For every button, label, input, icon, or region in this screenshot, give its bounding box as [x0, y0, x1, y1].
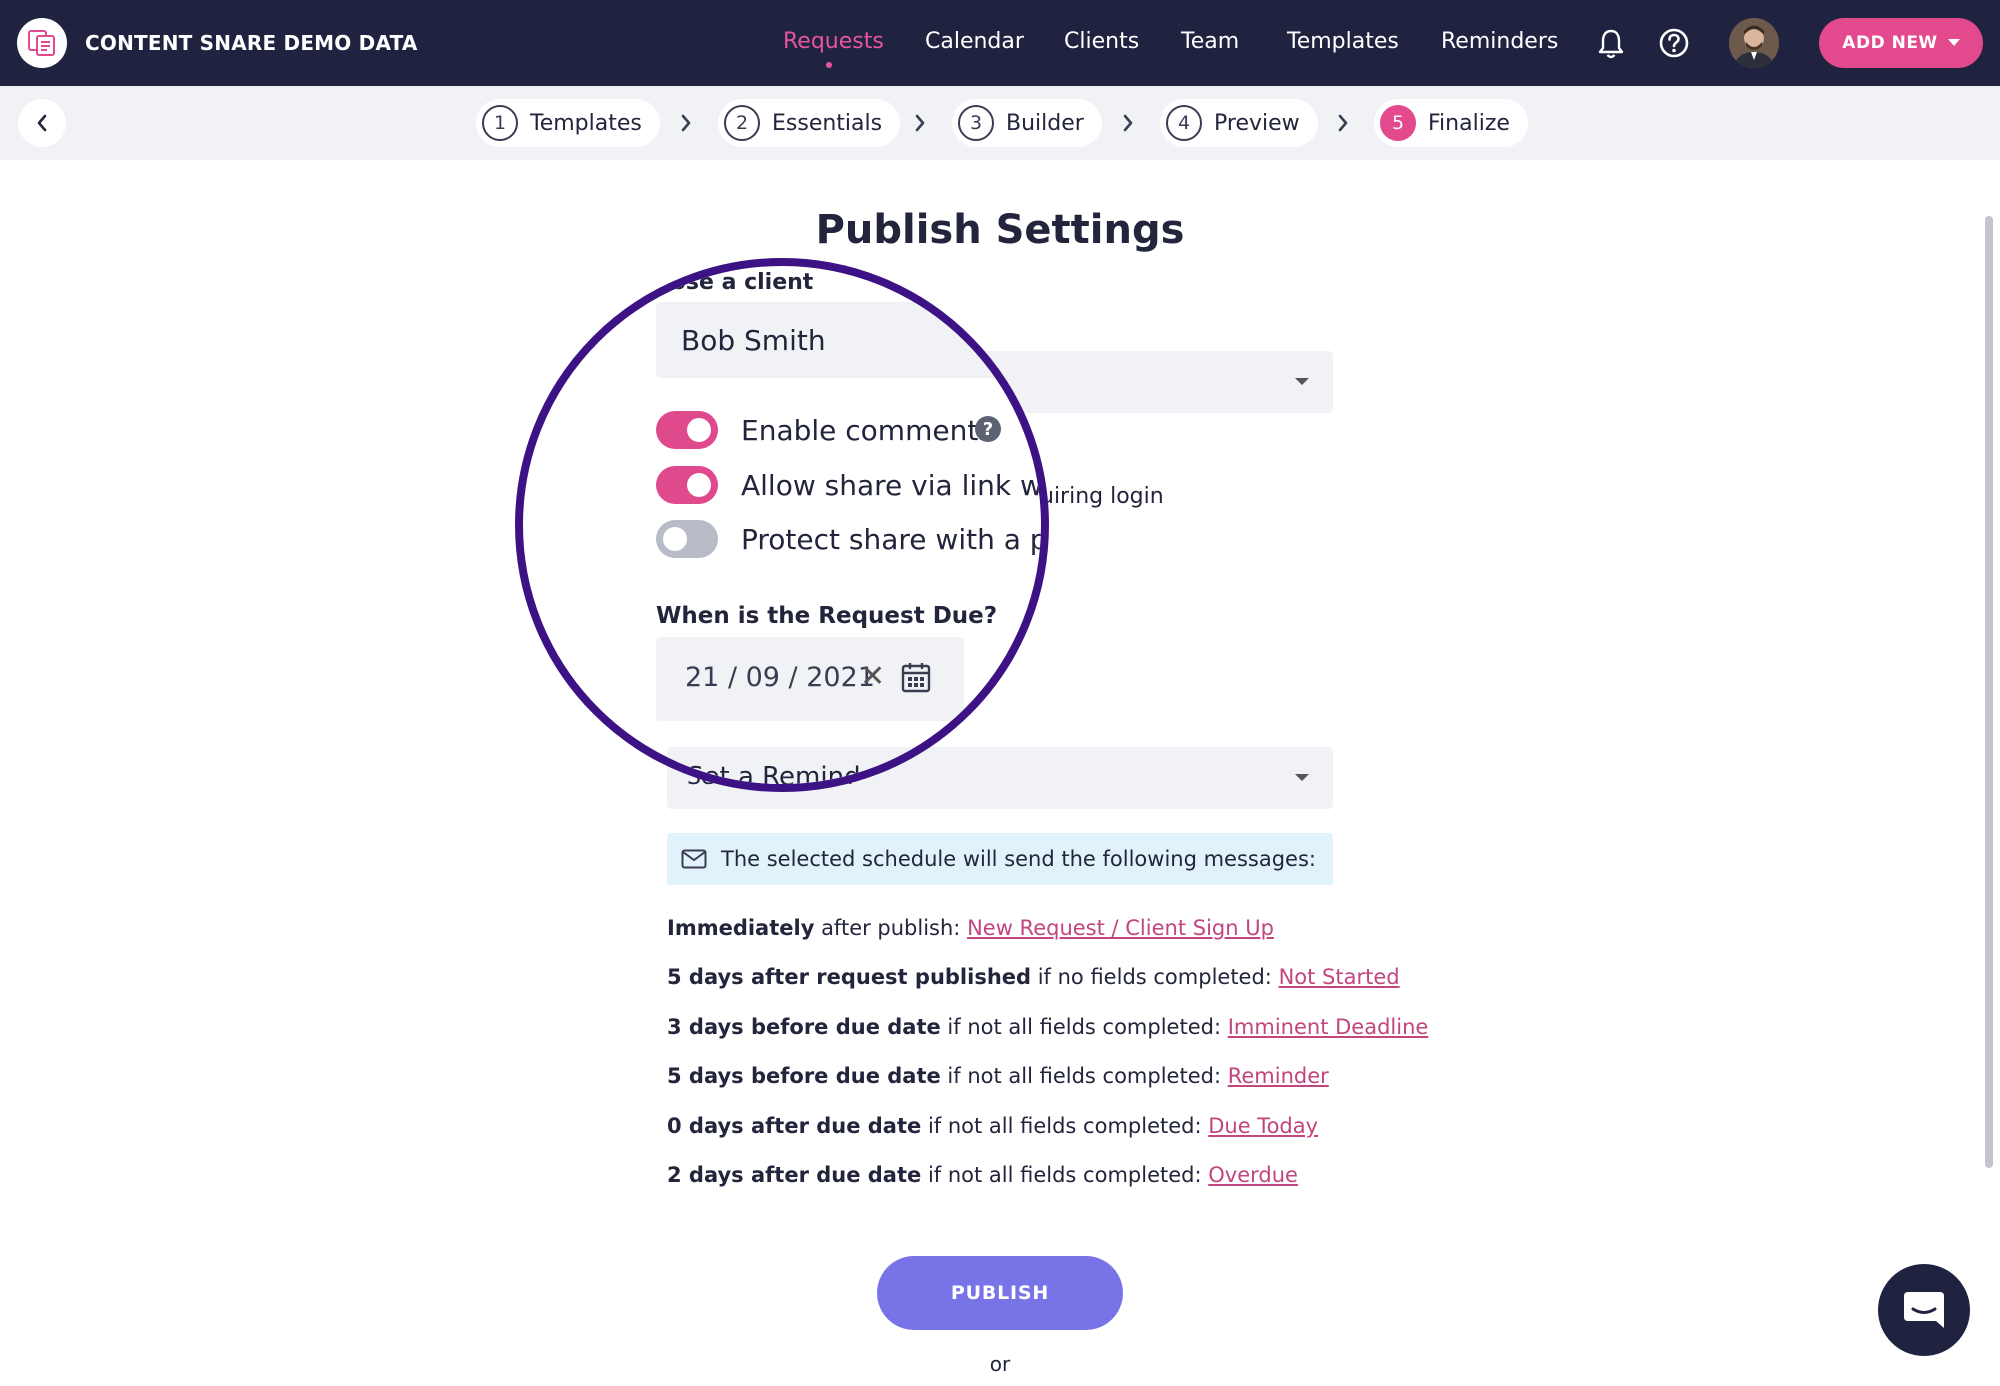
protect-pin-label: Protect share with a pin — [741, 523, 1049, 556]
add-new-label: ADD NEW — [1842, 33, 1938, 53]
top-nav: CONTENT SNARE DEMO DATA Requests Calenda… — [0, 0, 2000, 86]
calendar-icon[interactable] — [901, 661, 931, 693]
client-select-magnified[interactable]: Bob Smith — [656, 302, 1041, 378]
active-nav-indicator — [826, 62, 832, 68]
schedule-item: 3 days before due date if not all fields… — [667, 1015, 1428, 1039]
schedule-condition: if not all fields completed: — [940, 1015, 1228, 1039]
caret-down-icon — [1947, 39, 1960, 46]
step-number: 2 — [724, 105, 760, 141]
nav-link-team[interactable]: Team — [1181, 29, 1239, 54]
chevron-right-icon — [1338, 114, 1348, 132]
document-stack-icon — [28, 30, 55, 56]
add-new-button[interactable]: ADD NEW — [1819, 18, 1983, 68]
question-help-icon[interactable]: ? — [975, 416, 1001, 442]
due-date-input[interactable]: 21 / 09 / 2021 ✕ — [656, 637, 964, 721]
schedule-message-link[interactable]: Due Today — [1208, 1114, 1318, 1138]
caret-down-icon — [1295, 774, 1309, 781]
schedule-item: 2 days after due date if not all fields … — [667, 1163, 1298, 1187]
step-label: Preview — [1214, 110, 1300, 136]
nav-link-templates[interactable]: Templates — [1287, 29, 1399, 54]
chevron-right-icon — [681, 114, 691, 132]
magnifier-lens: hoose a client Bob Smith Enable comments… — [515, 258, 1049, 792]
scrollbar-thumb[interactable] — [1985, 216, 1993, 1168]
schedule-condition: if not all fields completed: — [940, 1064, 1228, 1088]
step-label: Finalize — [1428, 110, 1510, 136]
share-option-tail-text: uiring login — [1040, 484, 1164, 509]
step-number: 4 — [1166, 105, 1202, 141]
schedule-timing: 3 days before due date — [667, 1015, 941, 1039]
schedule-condition: if not all fields completed: — [921, 1114, 1209, 1138]
wizard-stepper: 1 Templates 2 Essentials 3 Builder 4 Pre… — [0, 86, 2000, 160]
step-templates[interactable]: 1 Templates — [476, 99, 660, 147]
schedule-condition: if no fields completed: — [1031, 965, 1279, 989]
schedule-condition: after publish: — [814, 916, 968, 940]
schedule-info-box: The selected schedule will send the foll… — [667, 833, 1333, 885]
schedule-message-link[interactable]: Reminder — [1228, 1064, 1329, 1088]
brand-logo[interactable] — [17, 18, 67, 68]
client-value: Bob Smith — [681, 324, 826, 357]
clear-icon[interactable]: ✕ — [860, 659, 885, 694]
schedule-item: 5 days after request published if no fie… — [667, 965, 1400, 989]
magnified-form-area: hoose a client Bob Smith Enable comments… — [523, 266, 1049, 784]
brand-name[interactable]: CONTENT SNARE DEMO DATA — [85, 31, 418, 55]
step-builder[interactable]: 3 Builder — [952, 99, 1102, 147]
protect-pin-toggle[interactable] — [656, 520, 718, 558]
schedule-item: 5 days before due date if not all fields… — [667, 1064, 1329, 1088]
schedule-condition: if not all fields completed: — [921, 1163, 1209, 1187]
enable-comments-toggle[interactable] — [656, 411, 718, 449]
schedule-timing: 5 days after request published — [667, 965, 1032, 989]
schedule-message-link[interactable]: Imminent Deadline — [1228, 1015, 1429, 1039]
back-button[interactable] — [18, 99, 66, 147]
step-finalize[interactable]: 5 Finalize — [1374, 99, 1528, 147]
chevron-right-icon — [915, 114, 925, 132]
client-label: hoose a client — [640, 270, 814, 295]
nav-link-calendar[interactable]: Calendar — [925, 29, 1024, 54]
step-number-active: 5 — [1380, 105, 1416, 141]
step-essentials[interactable]: 2 Essentials — [718, 99, 901, 147]
schedule-timing: 5 days before due date — [667, 1064, 941, 1088]
schedule-timing: 0 days after due date — [667, 1114, 922, 1138]
nav-link-requests[interactable]: Requests — [783, 29, 884, 54]
chevron-right-icon — [1123, 114, 1133, 132]
schedule-item: Immediately after publish: New Request /… — [667, 916, 1274, 940]
chevron-left-icon — [37, 114, 47, 132]
envelope-icon — [681, 849, 707, 869]
schedule-message-link[interactable]: Overdue — [1208, 1163, 1298, 1187]
user-photo-icon — [1729, 18, 1779, 68]
nav-link-reminders[interactable]: Reminders — [1441, 29, 1558, 54]
chat-launcher-button[interactable] — [1878, 1264, 1970, 1356]
publish-button[interactable]: PUBLISH — [877, 1256, 1123, 1330]
schedule-timing: Immediately — [667, 916, 815, 940]
chat-icon — [1904, 1292, 1944, 1328]
schedule-message-link[interactable]: New Request / Client Sign Up — [967, 916, 1274, 940]
nav-link-clients[interactable]: Clients — [1064, 29, 1139, 54]
due-date-label: When is the Request Due? — [656, 603, 998, 629]
step-label: Templates — [530, 110, 642, 136]
bell-icon[interactable] — [1597, 28, 1625, 60]
caret-down-icon — [1295, 378, 1309, 385]
share-link-toggle[interactable] — [656, 466, 718, 504]
due-date-value: 21 / 09 / 2021 — [685, 662, 875, 693]
step-number: 1 — [482, 105, 518, 141]
toggle-knob — [687, 473, 711, 497]
share-link-label: Allow share via link with — [741, 469, 1049, 502]
toggle-knob — [663, 527, 687, 551]
help-icon[interactable] — [1658, 27, 1690, 59]
enable-comments-label: Enable comments — [741, 414, 993, 447]
schedule-message-link[interactable]: Not Started — [1279, 965, 1400, 989]
step-label: Builder — [1006, 110, 1084, 136]
or-separator: or — [989, 1352, 1011, 1376]
step-number: 3 — [958, 105, 994, 141]
schedule-timing: 2 days after due date — [667, 1163, 922, 1187]
toggle-knob — [687, 418, 711, 442]
step-preview[interactable]: 4 Preview — [1160, 99, 1318, 147]
page-title: Publish Settings — [815, 207, 1185, 253]
step-label: Essentials — [772, 110, 883, 136]
schedule-item: 0 days after due date if not all fields … — [667, 1114, 1318, 1138]
user-avatar[interactable] — [1729, 18, 1779, 68]
schedule-info-text: The selected schedule will send the foll… — [721, 847, 1316, 871]
